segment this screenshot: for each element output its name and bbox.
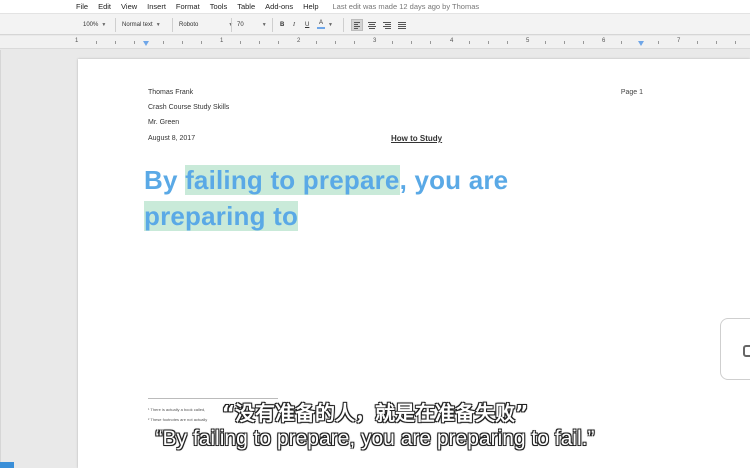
highlighted-text: preparing to	[144, 201, 299, 231]
chevron-down-icon: ▼	[261, 22, 267, 28]
text-color-icon: A	[318, 20, 323, 26]
align-justify-icon[interactable]	[396, 19, 408, 31]
menu-table[interactable]: Table	[237, 2, 255, 11]
font-size-value: 70	[237, 22, 244, 28]
menu-help[interactable]: Help	[303, 2, 318, 11]
bold-button[interactable]: B	[280, 19, 284, 31]
align-right-icon[interactable]	[381, 19, 393, 31]
italic-button[interactable]: I	[293, 19, 295, 31]
font-value: Roboto	[179, 22, 199, 28]
align-left-icon[interactable]	[351, 19, 363, 31]
side-panel-widget[interactable]	[720, 318, 750, 380]
toolbar-divider	[115, 18, 116, 32]
text-color-button[interactable]: A	[317, 19, 325, 31]
menu-edit[interactable]: Edit	[98, 2, 111, 11]
ruler-number: 6	[602, 38, 606, 44]
doc-date: August 8, 2017	[148, 135, 196, 142]
corner-indicator	[0, 462, 14, 468]
toolbar-divider	[272, 18, 273, 32]
toolbar: 100% ▼ Normal text ▼ Roboto ▼ 70 ▼ B I U…	[0, 13, 750, 35]
font-select[interactable]: Roboto ▼	[179, 19, 233, 31]
zoom-value: 100%	[83, 22, 99, 28]
menu-view[interactable]: View	[121, 2, 137, 11]
author-name: Thomas Frank	[148, 89, 194, 96]
ruler[interactable]: 1 1 2 3 4 5 6 7	[0, 36, 750, 49]
explore-icon	[743, 345, 750, 357]
ruler-number: 5	[526, 38, 530, 44]
subtitle-english: “By failing to prepare, you are preparin…	[155, 427, 595, 450]
toolbar-divider	[231, 18, 232, 32]
ruler-number: 1	[220, 38, 224, 44]
left-indent-marker[interactable]	[143, 41, 149, 46]
menu-format[interactable]: Format	[176, 2, 200, 11]
underline-button[interactable]: U	[305, 19, 309, 31]
highlighted-text: failing to prepare	[185, 165, 400, 195]
chevron-down-icon[interactable]: ▼	[328, 22, 333, 28]
menu-file[interactable]: File	[76, 2, 88, 11]
toolbar-divider	[343, 18, 344, 32]
color-swatch	[317, 27, 325, 29]
style-select[interactable]: Normal text ▼	[122, 19, 161, 31]
ruler-number: 3	[373, 38, 377, 44]
ruler-number: 7	[677, 38, 681, 44]
course-name: Crash Course Study Skills	[148, 104, 230, 111]
last-edit-link[interactable]: Last edit was made 12 days ago by Thomas	[333, 2, 480, 11]
doc-title: How to Study	[391, 134, 443, 143]
toolbar-divider	[172, 18, 173, 32]
style-value: Normal text	[122, 22, 153, 28]
chevron-down-icon: ▼	[101, 22, 107, 28]
page-number: Page 1	[620, 89, 643, 96]
menu-tools[interactable]: Tools	[210, 2, 228, 11]
heading-line-1: By failing to prepare, you are	[144, 165, 508, 196]
zoom-select[interactable]: 100% ▼	[83, 19, 106, 31]
heading-line-2: preparing to	[144, 201, 299, 232]
menu-bar: File Edit View Insert Format Tools Table…	[0, 0, 750, 13]
teacher-name: Mr. Green	[148, 119, 180, 126]
ruler-number: 4	[450, 38, 454, 44]
heading-text: , you are	[399, 165, 509, 195]
font-size-select[interactable]: 70 ▼	[237, 19, 267, 31]
align-center-icon[interactable]	[366, 19, 378, 31]
menu-addons[interactable]: Add-ons	[265, 2, 293, 11]
subtitle-chinese: “没有准备的人，就是在准备失败”	[221, 401, 529, 425]
ruler-number: 1	[75, 38, 79, 44]
menu-insert[interactable]: Insert	[147, 2, 166, 11]
right-indent-marker[interactable]	[638, 41, 644, 46]
ruler-number: 2	[297, 38, 301, 44]
heading-text: By	[144, 165, 186, 195]
chevron-down-icon: ▼	[155, 22, 161, 28]
